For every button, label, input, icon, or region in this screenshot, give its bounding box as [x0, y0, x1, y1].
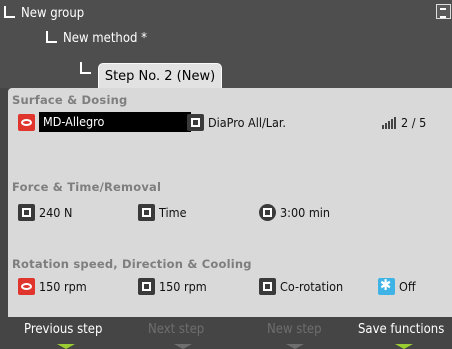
suspension-bottle-icon	[187, 113, 204, 131]
softkey-indicator	[395, 344, 413, 349]
disc-speed-value: 150 rpm	[39, 278, 87, 294]
time-value: 3:00 min	[280, 204, 331, 220]
breadcrumb-method[interactable]: New method *	[46, 31, 147, 46]
save-functions-button[interactable]: Save functions	[358, 322, 444, 337]
tree-branch-icon	[4, 6, 15, 18]
section-title-surface-dosing: Surface & Dosing	[12, 93, 128, 107]
disc-rotation-icon	[18, 277, 35, 295]
softkey-indicator	[286, 344, 304, 349]
holder-speed-value: 150 rpm	[159, 278, 207, 294]
suspension-value: DiaPro All/Lar.	[208, 114, 286, 130]
suspension-field[interactable]: DiaPro All/Lar.	[187, 112, 286, 132]
tab-step[interactable]: Step No. 2 (New)	[98, 63, 222, 88]
dosing-field[interactable]: 2 / 5	[380, 112, 426, 132]
section-title-force-time: Force & Time/Removal	[12, 180, 162, 194]
direction-field[interactable]: Co-rotation	[259, 276, 343, 296]
dosing-level-icon	[380, 114, 397, 131]
header: New group New method * Step No. 2 (New)	[0, 0, 452, 88]
holder-speed-field[interactable]: 150 rpm	[138, 276, 207, 296]
keyboard-icon[interactable]	[436, 4, 451, 19]
section-title-rotation: Rotation speed, Direction & Cooling	[12, 257, 252, 271]
cooling-field[interactable]: Off	[378, 276, 416, 296]
screen: New group New method * Step No. 2 (New) …	[0, 0, 452, 349]
surface-field[interactable]: MD-Allegro	[18, 112, 191, 132]
time-mode-icon	[138, 203, 155, 221]
force-value: 240 N	[39, 204, 73, 220]
breadcrumb-group[interactable]: New group	[4, 6, 84, 21]
tree-branch-icon	[80, 62, 91, 74]
new-step-button[interactable]: New step	[267, 322, 322, 337]
cooling-snowflake-icon	[378, 276, 395, 295]
cooling-value: Off	[399, 278, 416, 294]
step-panel: Surface & Dosing MD-Allegro DiaPro All/L…	[8, 88, 452, 317]
tree-branch-icon	[46, 31, 57, 43]
softkey-bar: Previous step Next step New step Save fu…	[0, 317, 452, 349]
softkey-indicator	[57, 344, 75, 349]
next-step-button[interactable]: Next step	[148, 322, 204, 337]
clock-icon	[259, 203, 276, 221]
surface-input[interactable]: MD-Allegro	[39, 112, 191, 132]
force-down-arrow-icon	[18, 203, 35, 221]
time-field[interactable]: 3:00 min	[259, 202, 330, 222]
direction-icon	[259, 277, 276, 295]
surface-disc-icon	[18, 113, 35, 131]
breadcrumb-method-label: New method *	[63, 31, 147, 46]
tab-step-label: Step No. 2 (New)	[104, 69, 216, 84]
force-field[interactable]: 240 N	[18, 202, 72, 222]
previous-step-button[interactable]: Previous step	[24, 322, 102, 337]
dosing-level-value: 2 / 5	[401, 114, 427, 130]
direction-value: Co-rotation	[280, 278, 344, 294]
holder-rotation-icon	[138, 277, 155, 295]
softkey-indicator	[174, 344, 192, 349]
breadcrumb-group-label: New group	[21, 6, 85, 21]
mode-value: Time	[159, 204, 187, 220]
disc-speed-field[interactable]: 150 rpm	[18, 276, 87, 296]
mode-field[interactable]: Time	[138, 202, 186, 222]
